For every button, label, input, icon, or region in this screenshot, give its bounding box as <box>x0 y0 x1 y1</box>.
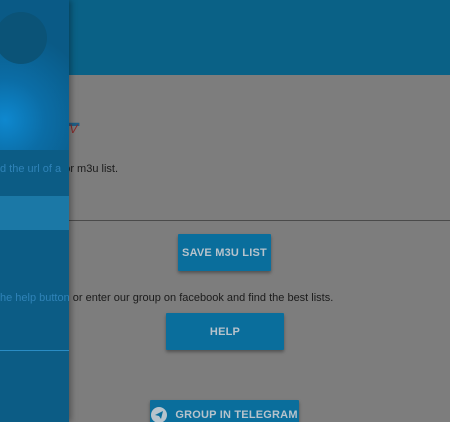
telegram-button-label: GROUP IN TELEGRAM <box>175 409 298 421</box>
help-button[interactable]: HELP <box>166 313 284 350</box>
drawer-overlap-text-help: he help button <box>0 292 69 304</box>
drawer-header <box>0 0 69 150</box>
help-instruction-label: or enter our group on facebook and find … <box>72 292 334 304</box>
drawer-avatar <box>0 12 47 64</box>
save-m3u-list-button[interactable]: SAVE M3U LIST <box>178 234 271 271</box>
paper-plane-icon <box>151 407 168 422</box>
drawer-divider <box>0 350 69 351</box>
telegram-group-button[interactable]: GROUP IN TELEGRAM <box>150 400 299 422</box>
navigation-drawer[interactable]: d the url of a he help button <box>0 0 69 422</box>
instruction-top-text: or m3u list. <box>64 163 119 175</box>
drawer-overlap-text-top: d the url of a <box>0 163 62 175</box>
drawer-item-selected[interactable] <box>0 196 69 230</box>
